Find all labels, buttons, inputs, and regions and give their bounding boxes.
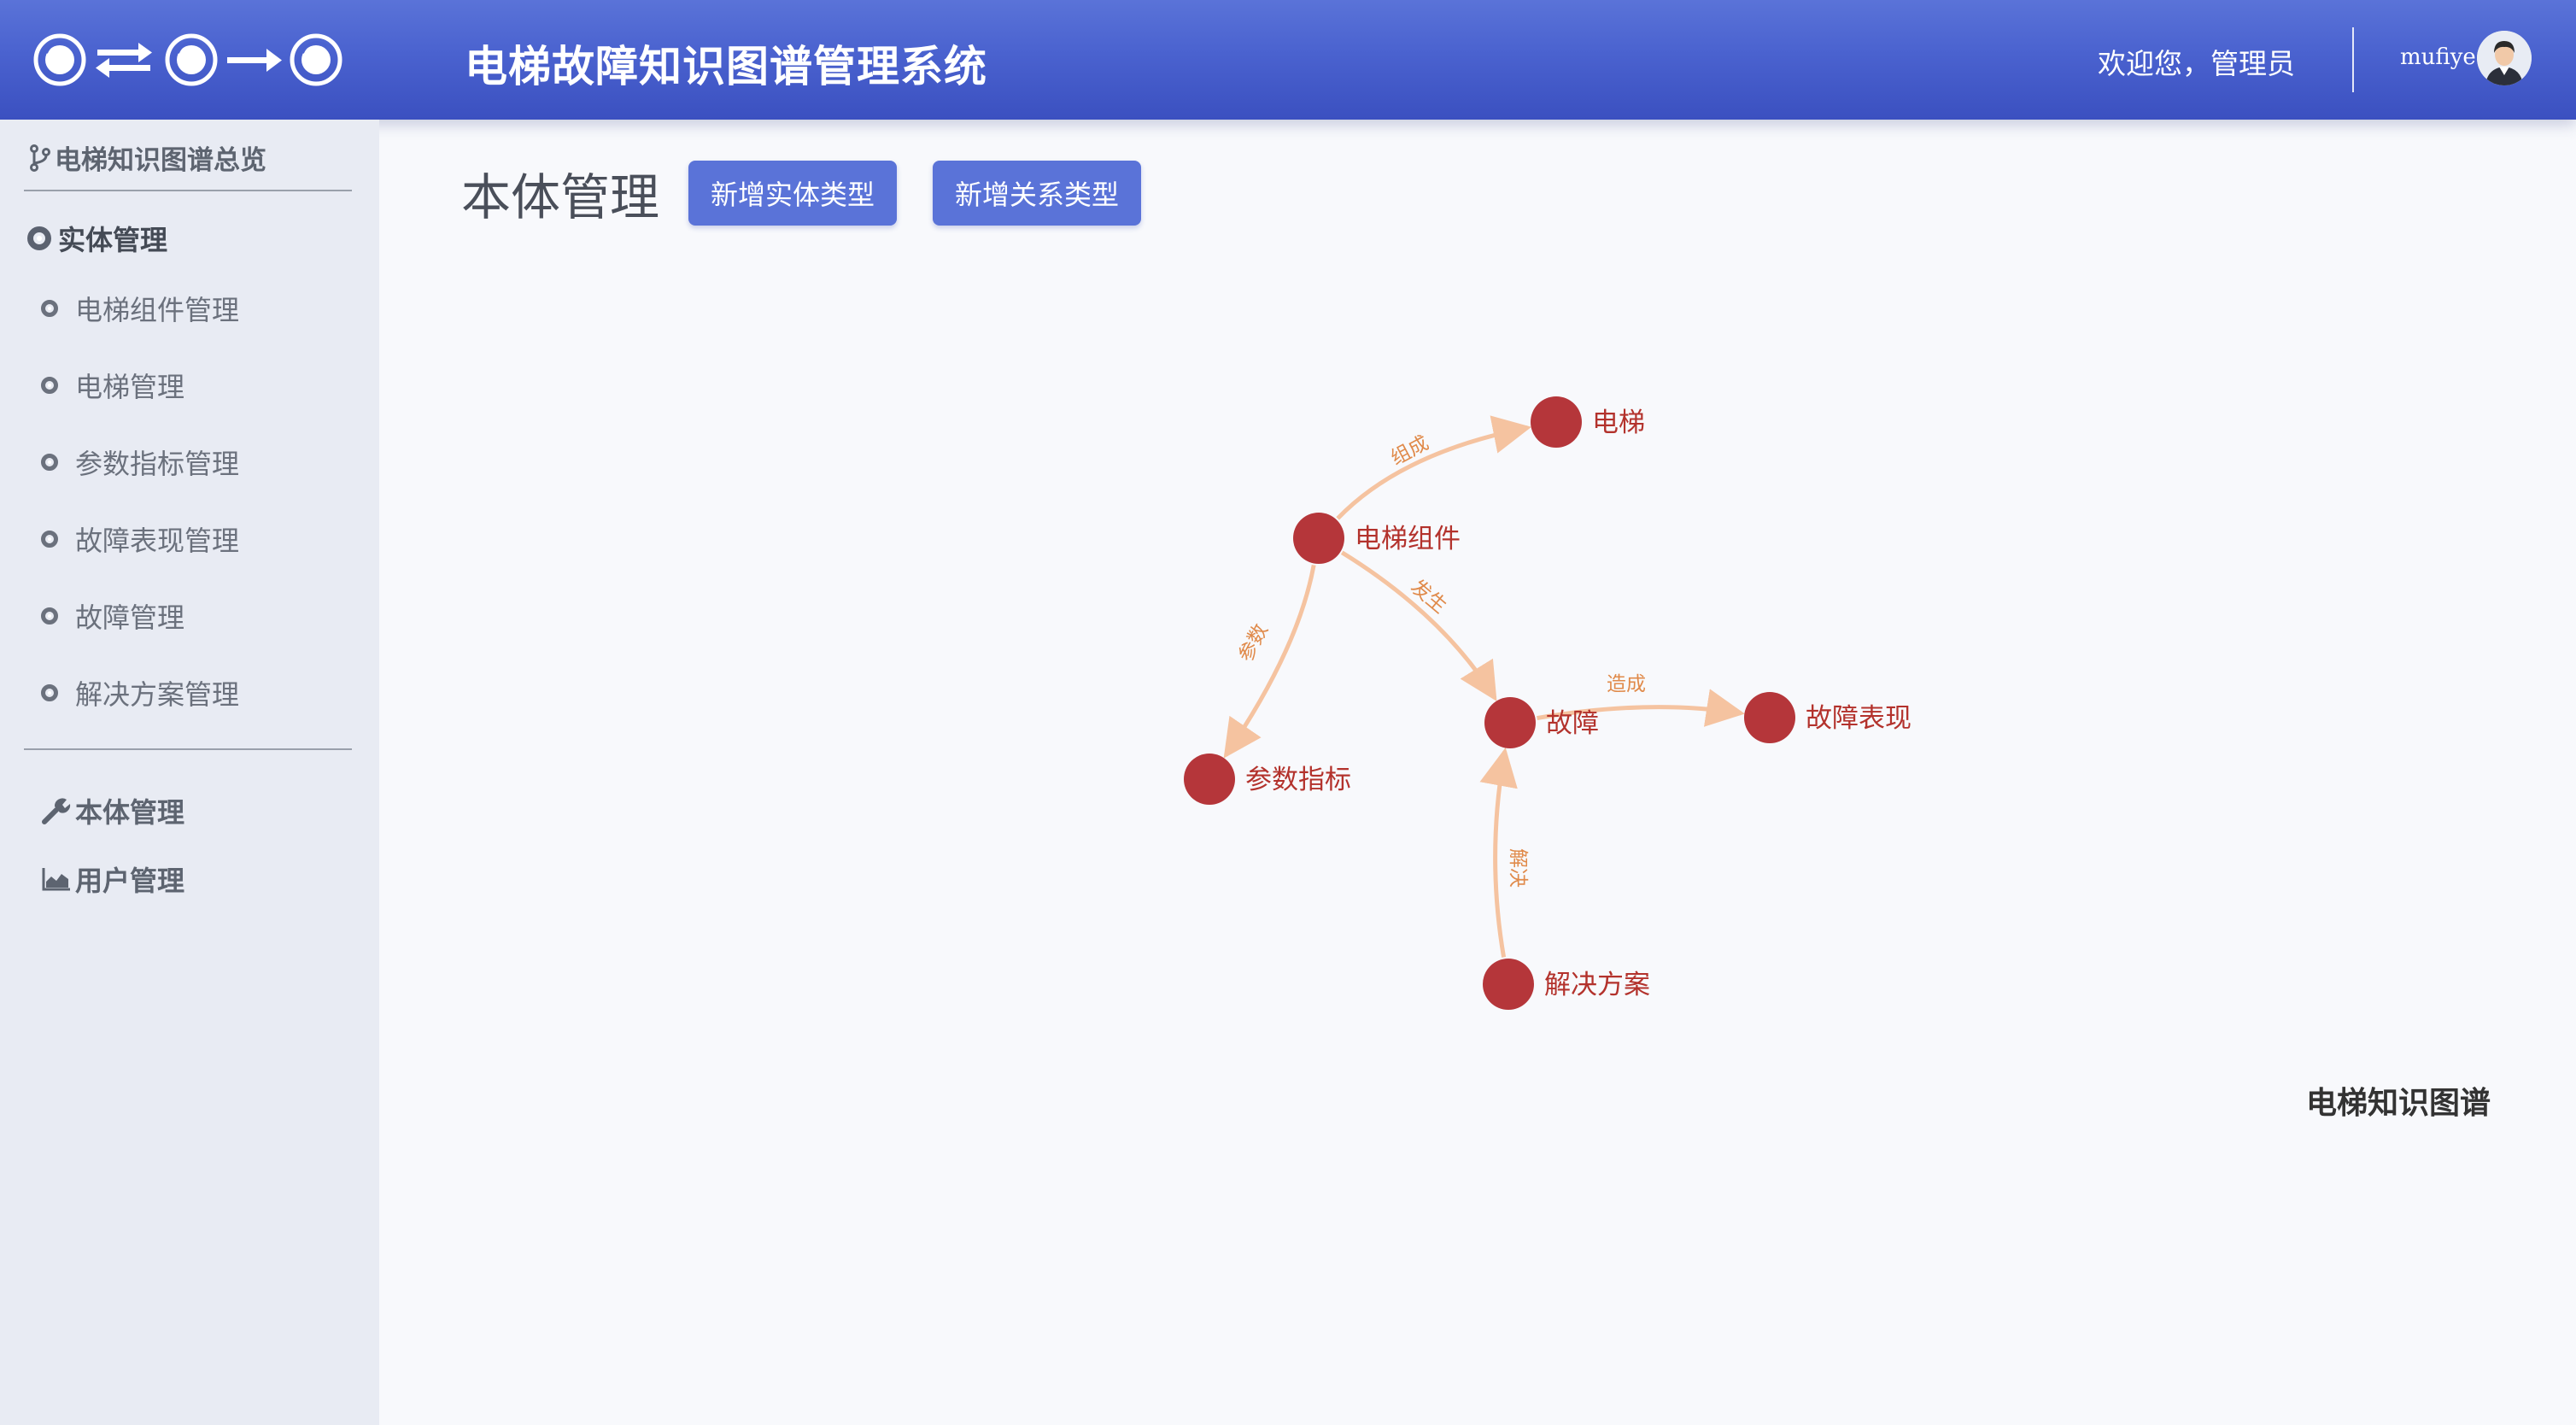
graph-edge[interactable] bbox=[1479, 748, 1518, 958]
graph-node[interactable] bbox=[1531, 396, 1582, 448]
graph-node-label: 参数指标 bbox=[1245, 765, 1351, 795]
knowledge-graph[interactable]: 组成参数发生造成解决 电梯电梯组件参数指标故障 故障表现解决方案 bbox=[0, 0, 2576, 1425]
graph-node-label: 解决方案 bbox=[1544, 970, 1650, 1000]
graph-node-label: 故障 bbox=[1546, 708, 1599, 739]
graph-node-label: 电梯 bbox=[1592, 408, 1645, 438]
graph-node[interactable] bbox=[1293, 513, 1344, 564]
graph-node[interactable] bbox=[1184, 754, 1235, 805]
graph-node[interactable] bbox=[1483, 959, 1534, 1010]
graph-edge-label: 造成 bbox=[1607, 673, 1646, 695]
graph-node[interactable] bbox=[1744, 692, 1795, 743]
graph-edge-label: 参数 bbox=[1235, 620, 1273, 666]
graph-node[interactable] bbox=[1484, 697, 1536, 748]
graph-edge-label: 发生 bbox=[1407, 576, 1451, 618]
graph-node-label: 电梯组件 bbox=[1355, 524, 1461, 554]
graph-node-label: 故障表现 bbox=[1806, 703, 1912, 734]
graph-edge[interactable] bbox=[1340, 550, 1497, 701]
graph-edge-label: 解决 bbox=[1507, 848, 1529, 888]
graph-edge[interactable] bbox=[1336, 415, 1532, 520]
graph-title: 电梯知识图谱 bbox=[2306, 1086, 2491, 1121]
graph-edge[interactable] bbox=[1223, 565, 1316, 759]
